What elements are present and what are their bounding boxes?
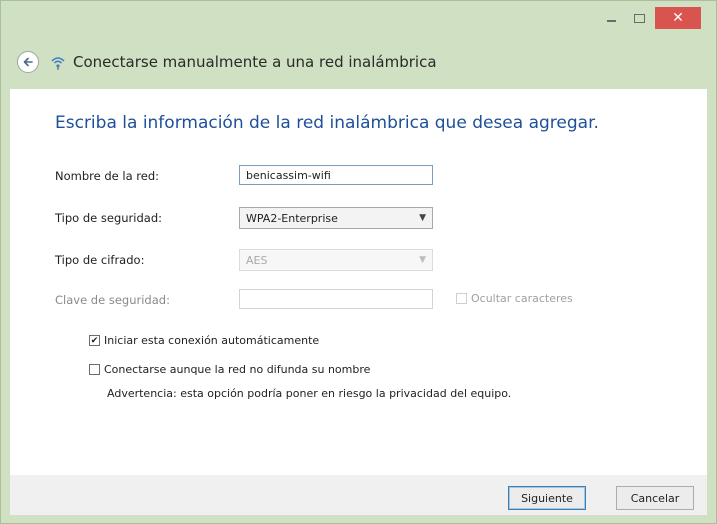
hide-characters-option: Ocultar caracteres bbox=[456, 292, 573, 305]
auto-connect-checkbox[interactable]: ✔ bbox=[89, 335, 100, 346]
chevron-down-icon: ▼ bbox=[419, 255, 426, 265]
connect-hidden-label: Conectarse aunque la red no difunda su n… bbox=[104, 363, 371, 376]
close-button[interactable]: ✕ bbox=[655, 7, 701, 29]
hide-characters-label: Ocultar caracteres bbox=[471, 292, 573, 305]
back-arrow-icon bbox=[23, 57, 33, 67]
encryption-type-value: AES bbox=[246, 253, 268, 267]
encryption-type-select: AES ▼ bbox=[239, 249, 433, 271]
maximize-button[interactable] bbox=[625, 7, 653, 29]
dialog-footer bbox=[10, 475, 707, 515]
window-header: Conectarse manualmente a una red inalámb… bbox=[17, 49, 437, 75]
minimize-button[interactable] bbox=[597, 7, 625, 29]
maximize-icon bbox=[633, 13, 645, 23]
page-heading: Escriba la información de la red inalámb… bbox=[55, 113, 599, 133]
privacy-warning: Advertencia: esta opción podría poner en… bbox=[107, 387, 512, 400]
auto-connect-label: Iniciar esta conexión automáticamente bbox=[104, 334, 320, 347]
content-panel bbox=[10, 89, 707, 475]
dialog-window: ✕ Conectarse manualmente a una red inalá… bbox=[0, 0, 717, 524]
auto-connect-option[interactable]: ✔ Iniciar esta conexión automáticamente bbox=[89, 334, 319, 347]
encryption-type-label: Tipo de cifrado: bbox=[55, 253, 145, 267]
next-button[interactable]: Siguiente bbox=[508, 486, 586, 510]
security-type-value: WPA2-Enterprise bbox=[246, 211, 338, 225]
minimize-icon bbox=[606, 20, 616, 22]
security-key-input bbox=[239, 289, 433, 309]
window-title: Conectarse manualmente a una red inalámb… bbox=[73, 53, 437, 71]
cancel-button[interactable]: Cancelar bbox=[616, 486, 694, 510]
hide-characters-checkbox bbox=[456, 293, 467, 304]
back-button[interactable] bbox=[17, 51, 39, 73]
network-name-input[interactable]: benicassim-wifi bbox=[239, 165, 433, 185]
close-icon: ✕ bbox=[672, 10, 684, 26]
chevron-down-icon: ▼ bbox=[419, 213, 426, 223]
wireless-network-icon bbox=[49, 53, 67, 71]
check-icon: ✔ bbox=[90, 335, 99, 346]
security-type-label: Tipo de seguridad: bbox=[55, 211, 162, 225]
network-name-label: Nombre de la red: bbox=[55, 169, 159, 183]
security-key-label: Clave de seguridad: bbox=[55, 293, 170, 307]
connect-hidden-checkbox[interactable] bbox=[89, 364, 100, 375]
connect-hidden-option[interactable]: Conectarse aunque la red no difunda su n… bbox=[89, 363, 370, 376]
security-type-select[interactable]: WPA2-Enterprise ▼ bbox=[239, 207, 433, 229]
